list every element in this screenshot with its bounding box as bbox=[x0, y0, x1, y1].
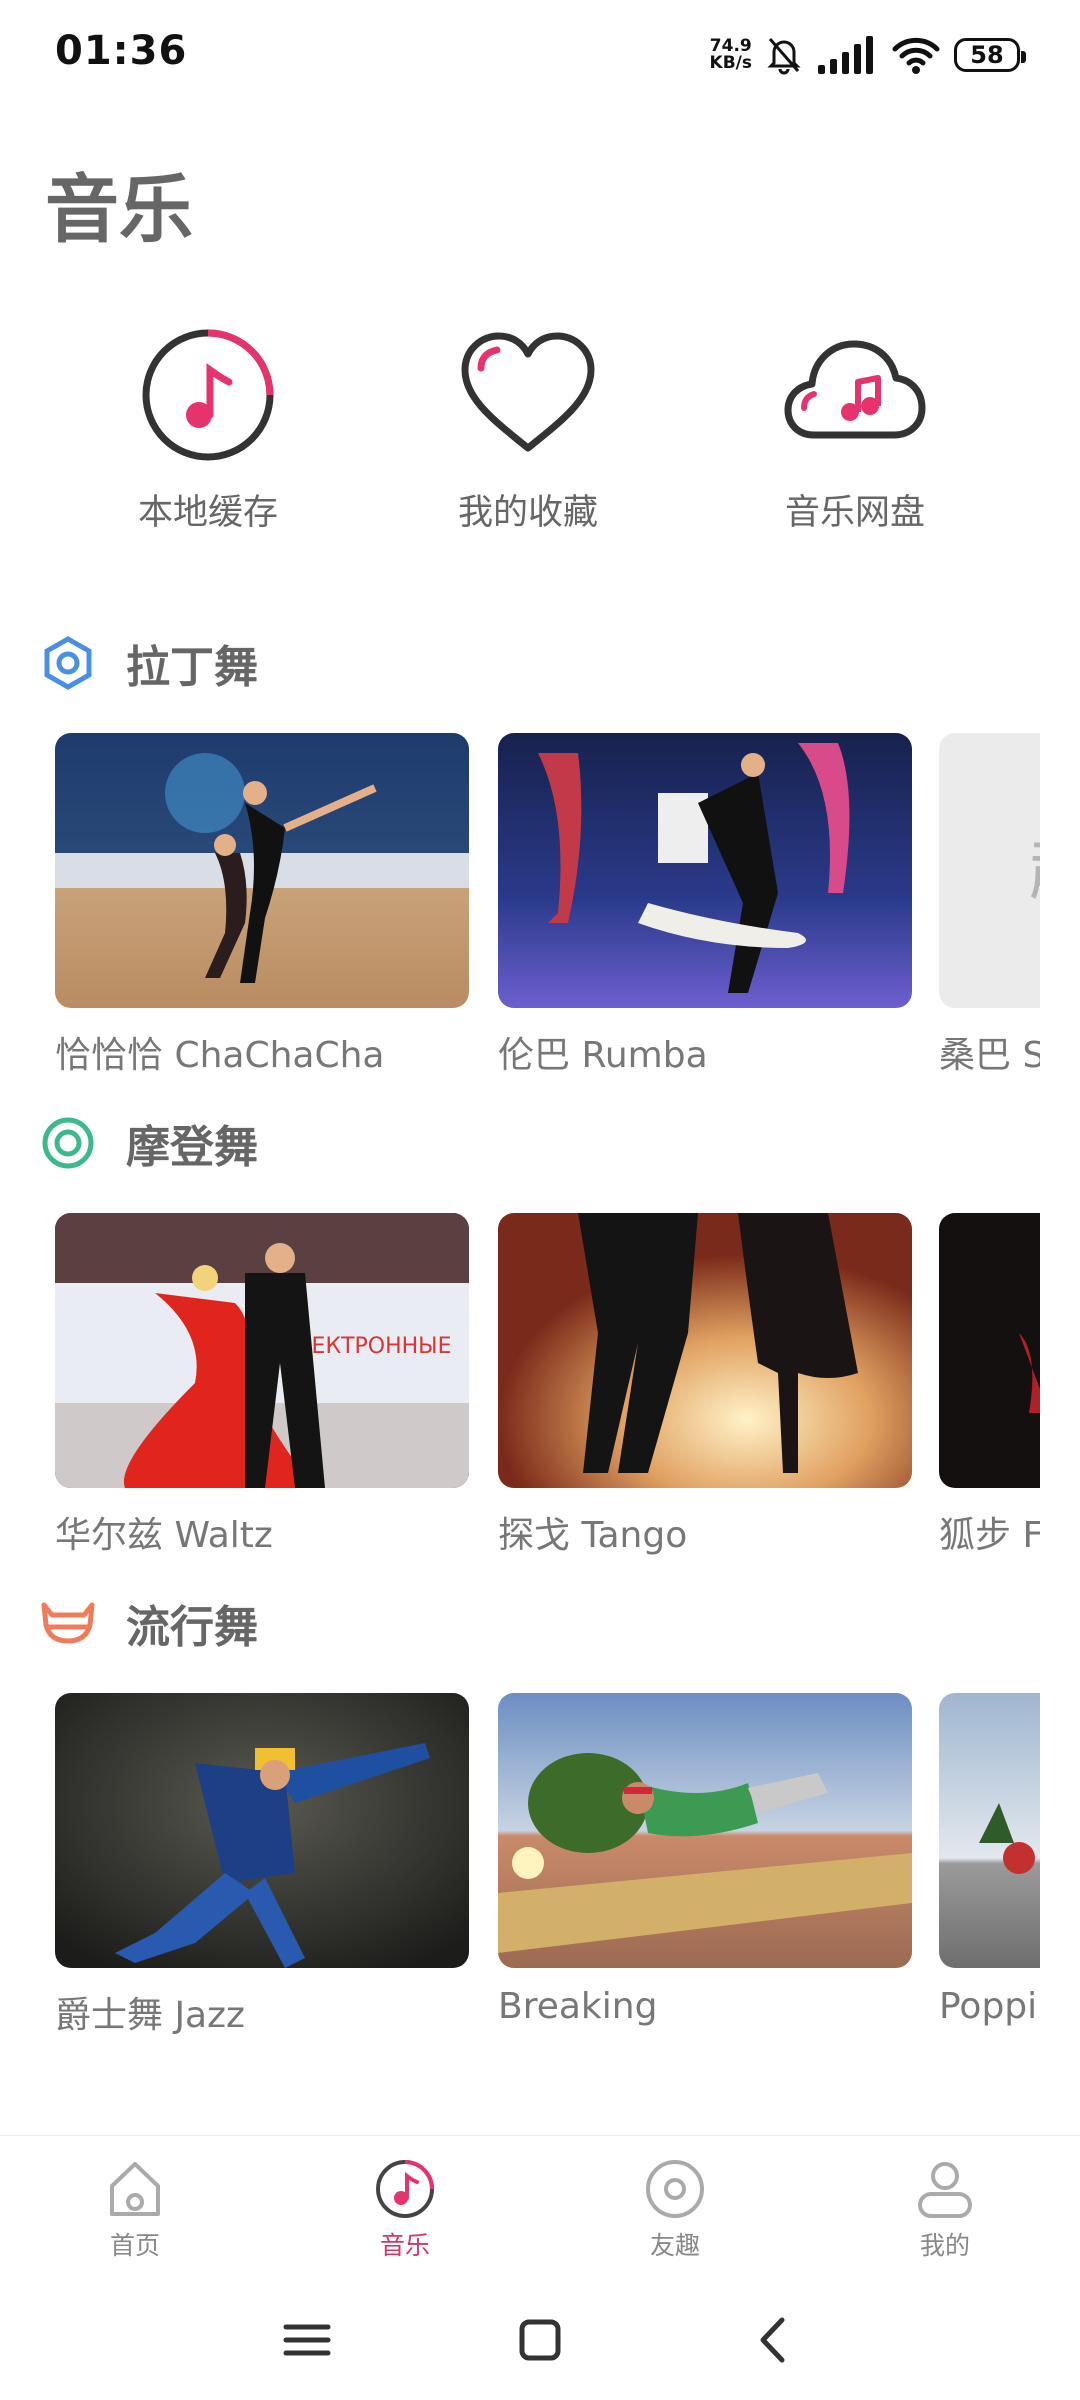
samba-thumbnail-placeholder: 超 bbox=[939, 733, 1040, 1008]
modern-card-row: ЛЕКТРОННЫЕ 华尔兹 Waltz 探戈 Tango 狐步 F bbox=[55, 1213, 1040, 1563]
tango-thumbnail bbox=[498, 1213, 912, 1488]
nav-label: 音乐 bbox=[379, 2231, 430, 2260]
menu-icon[interactable] bbox=[272, 2305, 342, 2375]
section-title: 流行舞 bbox=[126, 1602, 258, 1653]
nav-friends[interactable]: 友趣 bbox=[575, 2156, 775, 2262]
hexagon-icon bbox=[44, 636, 92, 690]
battery-indicator: 58 bbox=[954, 38, 1026, 72]
latin-card-row: 恰恰恰 ChaChaCha 伦巴 Rumba 超 桑巴 S bbox=[55, 733, 1040, 1083]
cloud-music-icon bbox=[784, 340, 926, 439]
favorites-entry[interactable]: 我的收藏 bbox=[408, 320, 648, 535]
card-label: 伦巴 Rumba bbox=[498, 1035, 708, 1076]
section-title: 摩登舞 bbox=[126, 1122, 258, 1173]
jazz-thumbnail bbox=[55, 1693, 469, 1968]
music-disc-icon bbox=[376, 2160, 434, 2218]
svg-text:ЛЕКТРОННЫЕ: ЛЕКТРОННЫЕ bbox=[295, 1334, 451, 1359]
card-waltz[interactable]: ЛЕКТРОННЫЕ 华尔兹 Waltz bbox=[55, 1213, 469, 1558]
section-header-pop: 流行舞 bbox=[40, 1588, 258, 1658]
nav-music[interactable]: 音乐 bbox=[305, 2156, 505, 2262]
rumba-thumbnail bbox=[498, 733, 912, 1008]
quick-entry-label: 我的收藏 bbox=[457, 493, 598, 533]
music-screen: 01:36 74.9 KB/s 58 音乐 本地缓存 我的收藏 音乐网盘 拉丁舞… bbox=[0, 0, 1080, 2400]
card-label: 爵士舞 Jazz bbox=[55, 1995, 245, 2036]
system-navigation-bar bbox=[0, 2280, 1080, 2400]
section-title: 拉丁舞 bbox=[126, 642, 258, 693]
card-label: Poppi bbox=[939, 1986, 1038, 2027]
back-icon[interactable] bbox=[738, 2305, 808, 2375]
quick-entry-label: 本地缓存 bbox=[137, 493, 278, 533]
music-disc-icon bbox=[142, 329, 274, 461]
breaking-thumbnail bbox=[498, 1693, 912, 1968]
bell-muted-icon bbox=[767, 38, 801, 75]
card-breaking[interactable]: Breaking bbox=[498, 1693, 912, 2027]
card-label: 桑巴 S bbox=[939, 1035, 1040, 1076]
card-foxtrot[interactable]: 狐步 F bbox=[939, 1213, 1040, 1558]
section-header-modern: 摩登舞 bbox=[40, 1108, 258, 1178]
local-cache-entry[interactable]: 本地缓存 bbox=[88, 320, 328, 535]
network-speed: 74.9 KB/s bbox=[710, 38, 752, 72]
waltz-thumbnail: ЛЕКТРОННЫЕ bbox=[55, 1213, 469, 1488]
card-label: 狐步 F bbox=[939, 1515, 1040, 1556]
home-square-icon[interactable] bbox=[505, 2305, 575, 2375]
cloud-music-entry[interactable]: 音乐网盘 bbox=[735, 320, 975, 535]
card-label: 华尔兹 Waltz bbox=[55, 1515, 273, 1556]
user-icon bbox=[918, 2162, 972, 2218]
card-popping[interactable]: Poppi bbox=[939, 1693, 1040, 2027]
card-samba[interactable]: 超 桑巴 S bbox=[939, 733, 1040, 1078]
card-tango[interactable]: 探戈 Tango bbox=[498, 1213, 912, 1558]
nav-label: 友趣 bbox=[649, 2231, 700, 2260]
network-speed-unit: KB/s bbox=[709, 53, 752, 73]
heart-icon bbox=[461, 332, 595, 452]
status-time: 01:36 bbox=[55, 28, 188, 74]
card-rumba[interactable]: 伦巴 Rumba bbox=[498, 733, 912, 1078]
card-label: Breaking bbox=[498, 1986, 658, 2027]
disc-icon bbox=[646, 2160, 704, 2218]
bottom-navigation: 首页 音乐 友趣 我的 bbox=[0, 2135, 1080, 2276]
popping-thumbnail bbox=[939, 1693, 1040, 1968]
status-bar: 01:36 74.9 KB/s 58 bbox=[0, 0, 1080, 110]
section-header-latin: 拉丁舞 bbox=[40, 628, 258, 698]
chachacha-thumbnail bbox=[55, 733, 469, 1008]
quick-entry-label: 音乐网盘 bbox=[784, 493, 925, 533]
cellular-signal-icon bbox=[818, 36, 873, 74]
card-chachacha[interactable]: 恰恰恰 ChaChaCha bbox=[55, 733, 469, 1078]
svg-text:超: 超 bbox=[1029, 828, 1040, 910]
wifi-icon bbox=[892, 37, 940, 74]
nav-home[interactable]: 首页 bbox=[35, 2156, 235, 2262]
page-title: 音乐 bbox=[45, 167, 193, 253]
nav-label: 我的 bbox=[919, 2231, 970, 2260]
nav-profile[interactable]: 我的 bbox=[845, 2156, 1045, 2262]
pop-card-row: 爵士舞 Jazz Breaking Poppi bbox=[55, 1693, 1040, 2043]
card-label: 探戈 Tango bbox=[498, 1515, 688, 1556]
horned-helmet-icon bbox=[41, 1602, 95, 1644]
card-label: 恰恰恰 ChaChaCha bbox=[55, 1035, 385, 1076]
ring-icon bbox=[42, 1117, 94, 1169]
status-icons: 74.9 KB/s 58 bbox=[710, 30, 1026, 80]
nav-label: 首页 bbox=[109, 2231, 160, 2260]
home-icon bbox=[110, 2162, 160, 2216]
foxtrot-thumbnail bbox=[939, 1213, 1040, 1488]
quick-entries: 本地缓存 我的收藏 音乐网盘 bbox=[0, 320, 1080, 540]
card-jazz[interactable]: 爵士舞 Jazz bbox=[55, 1693, 469, 2038]
